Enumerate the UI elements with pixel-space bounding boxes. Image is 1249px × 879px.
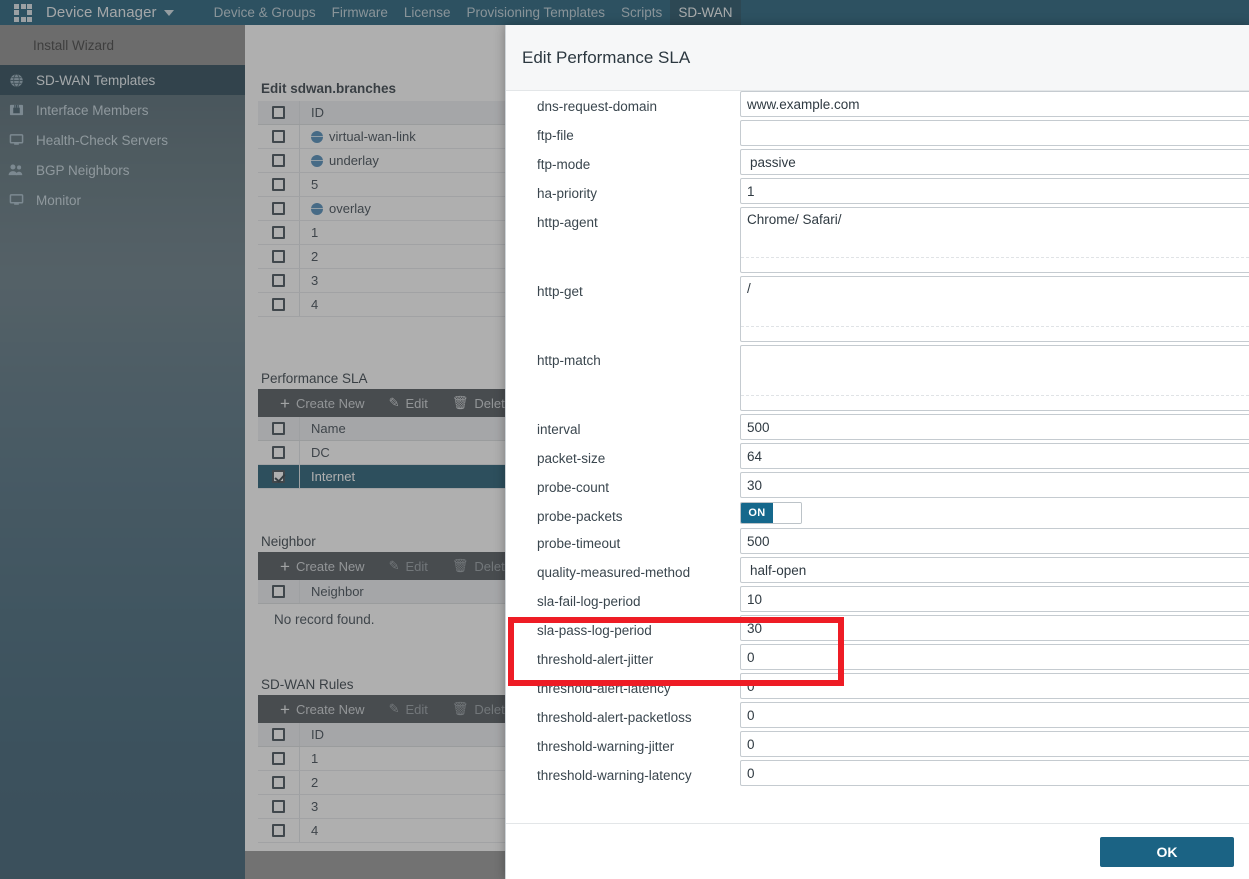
dialog-footer: OK <box>506 823 1249 879</box>
input-threshold-warning-jitter[interactable]: 0 <box>740 731 1249 757</box>
screen-root: Device Manager Device & Groups Firmware Li… <box>0 0 1249 879</box>
settings-form: dns-match-ip0.0.0.0dns-request-domainwww… <box>506 91 1249 789</box>
field-label-ftp-file: ftp-file <box>537 128 574 143</box>
field-label-probe-count: probe-count <box>537 480 610 495</box>
textarea-http-get[interactable]: / <box>740 276 1249 342</box>
form-row-probe-timeout: probe-timeout 500 <box>506 528 1249 554</box>
input-threshold-alert-packetloss[interactable]: 0 <box>740 702 1249 728</box>
dialog-header: Edit Performance SLA <box>506 25 1249 91</box>
form-row-sla-pass-log-period: sla-pass-log-period 30 <box>506 615 1249 641</box>
field-label-threshold-alert-latency: threshold-alert-latency <box>537 681 671 696</box>
form-row-ha-priority: ha-priority 1 <box>506 178 1249 204</box>
form-row-threshold-alert-latency: threshold-alert-latency 0 <box>506 673 1249 699</box>
input-probe-count[interactable]: 30 <box>740 472 1249 498</box>
form-row-dns-request-domain: dns-request-domain www.example.com <box>506 91 1249 117</box>
field-label-quality-measured-method: quality-measured-method <box>537 565 691 580</box>
edit-performance-sla-dialog: Edit Performance SLA dns-match-ip0.0.0.0… <box>505 25 1249 879</box>
toggle-state-label: ON <box>741 503 773 523</box>
textarea-http-agent[interactable]: Chrome/ Safari/ <box>740 207 1249 273</box>
field-label-threshold-warning-jitter: threshold-warning-jitter <box>537 739 675 754</box>
form-row-http-match: http-match <box>506 345 1249 411</box>
select-ftp-mode[interactable]: passive <box>740 149 1249 175</box>
field-label-sla-fail-log-period: sla-fail-log-period <box>537 594 641 609</box>
form-row-ftp-mode: ftp-mode passive <box>506 149 1249 175</box>
input-threshold-alert-latency[interactable]: 0 <box>740 673 1249 699</box>
field-label-interval: interval <box>537 422 581 437</box>
field-label-ha-priority: ha-priority <box>537 186 598 201</box>
field-label-http-match: http-match <box>537 353 601 368</box>
row-spacer <box>506 786 1249 789</box>
field-label-threshold-alert-jitter: threshold-alert-jitter <box>537 652 654 667</box>
input-ftp-file[interactable] <box>740 120 1249 146</box>
field-label-threshold-alert-packetloss: threshold-alert-packetloss <box>537 710 692 725</box>
field-label-threshold-warning-latency: threshold-warning-latency <box>537 768 692 783</box>
input-threshold-alert-jitter[interactable]: 0 <box>740 644 1249 670</box>
form-row-threshold-warning-jitter: threshold-warning-jitter 0 <box>506 731 1249 757</box>
form-row-interval: interval 500 <box>506 414 1249 440</box>
toggle-probe-packets[interactable]: ON <box>740 502 802 524</box>
field-label-ftp-mode: ftp-mode <box>537 157 591 172</box>
ok-button[interactable]: OK <box>1100 836 1234 867</box>
form-row-threshold-warning-latency: threshold-warning-latency 0 <box>506 760 1249 786</box>
select-quality-measured-method[interactable]: half-open <box>740 557 1249 583</box>
field-label-http-agent: http-agent <box>537 215 598 230</box>
input-packet-size[interactable]: 64 <box>740 443 1249 469</box>
form-row-http-agent: http-agent Chrome/ Safari/ <box>506 207 1249 273</box>
input-threshold-warning-latency[interactable]: 0 <box>740 760 1249 786</box>
field-label-sla-pass-log-period: sla-pass-log-period <box>537 623 652 638</box>
form-row-threshold-alert-jitter: threshold-alert-jitter 0 <box>506 644 1249 670</box>
form-row-http-get: http-get / <box>506 276 1249 342</box>
input-ha-priority[interactable]: 1 <box>740 178 1249 204</box>
field-label-probe-packets: probe-packets <box>537 509 623 524</box>
toggle-knob <box>773 503 801 523</box>
input-sla-pass-log-period[interactable]: 30 <box>740 615 1249 641</box>
dialog-title: Edit Performance SLA <box>522 47 691 67</box>
form-row-quality-measured-method: quality-measured-method half-open <box>506 557 1249 583</box>
input-sla-fail-log-period[interactable]: 10 <box>740 586 1249 612</box>
form-row-ftp-file: ftp-file <box>506 120 1249 146</box>
input-probe-timeout[interactable]: 500 <box>740 528 1249 554</box>
form-row-sla-fail-log-period: sla-fail-log-period 10 <box>506 586 1249 612</box>
field-label-packet-size: packet-size <box>537 451 606 466</box>
input-interval[interactable]: 500 <box>740 414 1249 440</box>
form-row-probe-count: probe-count 30 <box>506 472 1249 498</box>
form-row-probe-packets: probe-packets ON <box>506 501 1249 525</box>
field-label-dns-request-domain: dns-request-domain <box>537 99 658 114</box>
form-row-packet-size: packet-size 64 <box>506 443 1249 469</box>
field-label-probe-timeout: probe-timeout <box>537 536 621 551</box>
input-dns-request-domain[interactable]: www.example.com <box>740 91 1249 117</box>
textarea-http-match[interactable] <box>740 345 1249 411</box>
dialog-body[interactable]: dns-match-ip0.0.0.0dns-request-domainwww… <box>506 91 1249 848</box>
field-label-http-get: http-get <box>537 284 583 299</box>
form-row-threshold-alert-packetloss: threshold-alert-packetloss 0 <box>506 702 1249 728</box>
